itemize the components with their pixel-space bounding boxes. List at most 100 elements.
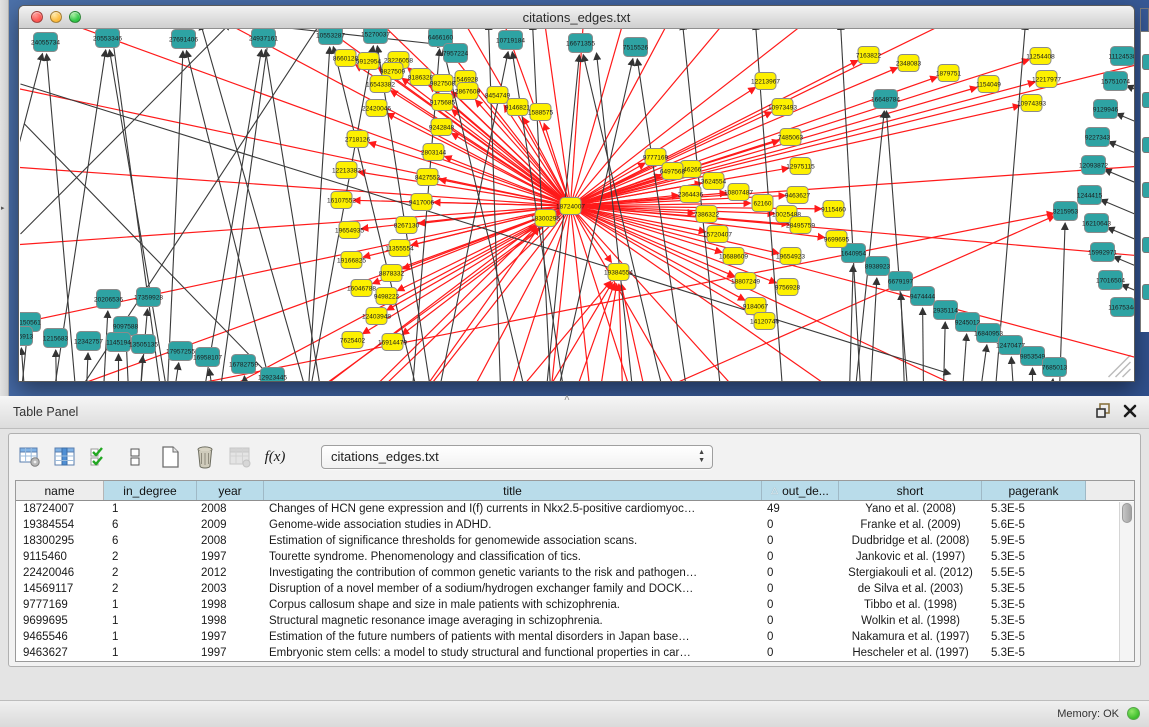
graph-node-label: 18724007 (556, 203, 585, 210)
table-row[interactable]: 1456911722003Disruption of a novel membe… (16, 582, 1118, 598)
graph-node-label: 3624554 (701, 178, 727, 185)
table-row[interactable]: 977716911998Corpus callosum shape and si… (16, 598, 1118, 614)
node-fragment (1142, 182, 1149, 198)
table-cell: Estimation of the future numbers of pati… (264, 630, 762, 646)
table-cell: 9699695 (16, 614, 104, 630)
column-header-title[interactable]: title (264, 481, 762, 500)
delete-table-button[interactable] (192, 444, 218, 470)
graph-node-label: 9827508 (430, 80, 456, 87)
graph-node-label: 9227343 (1085, 134, 1111, 141)
graph-node-label: 19654923 (776, 253, 805, 260)
table-scrollbar[interactable] (1119, 502, 1134, 661)
network-view-window[interactable]: citations_edges.txt 2405573 (18, 5, 1135, 382)
table-row[interactable]: 969969511998Structural magnetic resonanc… (16, 614, 1118, 630)
column-header-in_degree[interactable]: in_degree (104, 481, 197, 500)
splitter-collapse-handle[interactable]: ˄ (564, 393, 570, 404)
table-cell: 1997 (197, 630, 264, 646)
graph-node-label: 9699695 (824, 236, 850, 243)
rail-arrow-icon: ▸ (1, 204, 5, 212)
table-cell: 5.3E-5 (982, 598, 1086, 614)
status-bar: Memory: OK (0, 700, 1149, 727)
select-rows-button[interactable] (87, 444, 113, 470)
row-height-button[interactable] (122, 444, 148, 470)
graph-node-label: 9097588 (113, 323, 139, 330)
table-row[interactable]: 1830029562008Estimation of significance … (16, 534, 1118, 550)
table-cell: 0 (762, 566, 839, 582)
table-cell: 0 (762, 550, 839, 566)
table-cell: Dudbridge et al. (2008) (839, 534, 982, 550)
column-header-label: short (897, 484, 924, 498)
table-cell: 0 (762, 582, 839, 598)
graph-node-label: 19654935 (335, 227, 364, 234)
graph-node-label: 2803144 (421, 149, 447, 156)
column-header-pagerank[interactable]: pagerank (982, 481, 1086, 500)
background-window-sliver[interactable] (1140, 8, 1149, 338)
select-column-button[interactable] (52, 444, 78, 470)
network-canvas[interactable]: 2405573420553346276914062493716110553287… (20, 29, 1134, 381)
new-table-button[interactable] (157, 444, 183, 470)
table-cell: Structural magnetic resonance image aver… (264, 614, 762, 630)
float-panel-icon[interactable] (1096, 403, 1111, 423)
graph-node-label: 15720407 (703, 231, 732, 238)
window-titlebar[interactable]: citations_edges.txt (19, 6, 1134, 29)
graph-node-label: 9175685 (430, 99, 456, 106)
function-builder-button[interactable]: f(x) (262, 444, 288, 470)
table-row[interactable]: 946554611997Estimation of the future num… (16, 630, 1118, 646)
graph-node-label: 12217977 (1032, 76, 1061, 83)
table-cell: 2 (104, 566, 197, 582)
collapsed-panel-rail[interactable]: ▸ (0, 0, 9, 396)
graph-node-label: 9827509 (380, 68, 406, 75)
table-row[interactable]: 1872400712008Changes of HCN gene express… (16, 502, 1118, 518)
background-window-titlebar (1140, 8, 1149, 32)
graph-node-label: 9184067 (743, 303, 769, 310)
table-row[interactable]: 911546021997Tourette syndrome. Phenomeno… (16, 550, 1118, 566)
graph-node-label: 7386322 (694, 211, 720, 218)
graph-node-label: 6679197 (888, 278, 914, 285)
table-row[interactable]: 946362711997Embryonic stem cells: a mode… (16, 646, 1118, 662)
graph-node-label: 1145194 (106, 339, 131, 346)
column-header-year[interactable]: year (197, 481, 264, 500)
table-cell: 1997 (197, 646, 264, 662)
graph-node-label: 13505135 (129, 341, 158, 348)
table-cell: Changes of HCN gene expression and I(f) … (264, 502, 762, 518)
graph-node-label: 12342757 (74, 338, 103, 345)
table-cell: 6 (104, 518, 197, 534)
column-header-short[interactable]: short (839, 481, 982, 500)
network-table-selector[interactable]: citations_edges.txt ▲▼ (321, 445, 713, 469)
import-table-button[interactable] (227, 444, 253, 470)
column-header-name[interactable]: name (16, 481, 104, 500)
table-cell: Tourette syndrome. Phenomenology and cla… (264, 550, 762, 566)
table-cell: 5.9E-5 (982, 534, 1086, 550)
graph-node-label: 11124538 (1109, 53, 1134, 60)
graph-node-label: 12093872 (1079, 162, 1108, 169)
graph-node-label: 17957255 (166, 348, 195, 355)
table-cell: 1 (104, 630, 197, 646)
table-cell: 5.3E-5 (982, 614, 1086, 630)
table-cell: 5.3E-5 (982, 646, 1086, 662)
graph-node-label: 9756928 (775, 284, 801, 291)
table-cell: Genome-wide association studies in ADHD. (264, 518, 762, 534)
table-row[interactable]: 2242004622012Investigating the contribut… (16, 566, 1118, 582)
table-settings-button[interactable] (17, 444, 43, 470)
table-row[interactable]: 1938455462009Genome-wide association stu… (16, 518, 1118, 534)
graph-node-label: 16543382 (366, 81, 395, 88)
table-cell: 0 (762, 598, 839, 614)
scrollbar-thumb[interactable] (1122, 503, 1132, 523)
resize-grip[interactable] (1109, 355, 1131, 377)
graph-node-label: 6466160 (428, 34, 454, 41)
graph-node-label: 9474444 (910, 293, 936, 300)
column-header-label: year (218, 484, 241, 498)
graph-node-label: 10719184 (496, 37, 525, 44)
graph-node-label: 18300295 (531, 215, 560, 222)
graph-node-label: 24055734 (31, 39, 60, 46)
graph-node-label: 16648784 (871, 96, 900, 103)
sort-ascending-icon: △ (771, 485, 778, 496)
graph-node-label: 14120746 (750, 318, 779, 325)
graph-node-label: 9853549 (1020, 353, 1046, 360)
table-cell: 5.3E-5 (982, 550, 1086, 566)
graph-node-label: 8660128 (333, 55, 359, 62)
table-cell: 0 (762, 534, 839, 550)
graph-node-label: 1879751 (936, 70, 962, 77)
column-header-out_de[interactable]: △out_de... (762, 481, 839, 500)
close-panel-icon[interactable] (1123, 404, 1137, 423)
